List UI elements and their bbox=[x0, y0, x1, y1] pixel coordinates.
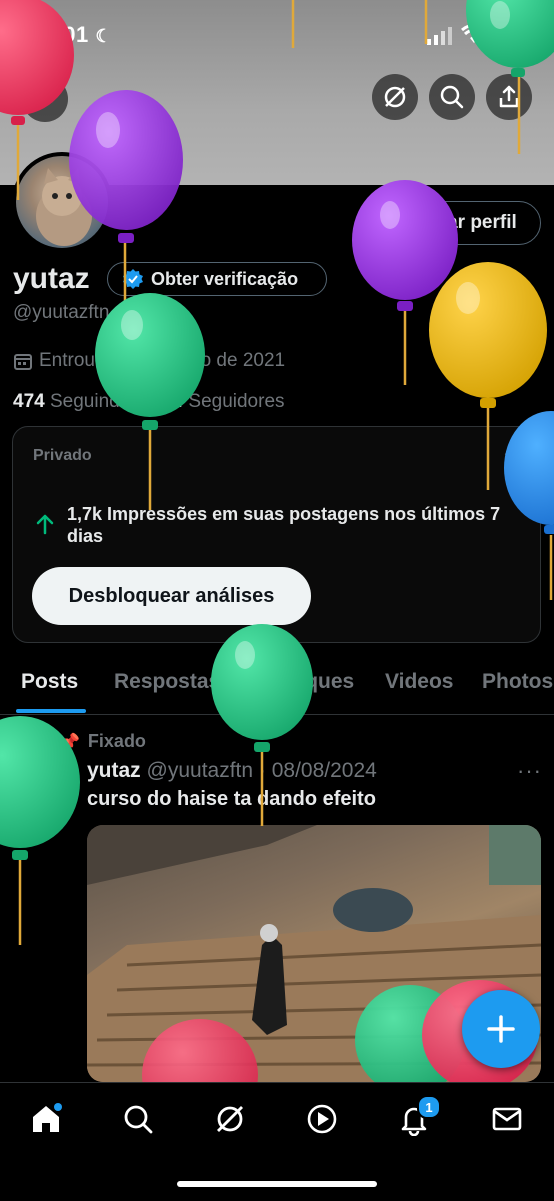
pin-icon: 📌 bbox=[60, 733, 80, 751]
explore-button[interactable] bbox=[372, 74, 418, 120]
private-badge: Privado bbox=[33, 447, 92, 464]
tab-replies[interactable]: Respostas bbox=[114, 670, 220, 694]
play-icon bbox=[307, 1104, 337, 1134]
post-text: curso do haise ta dando efeito bbox=[87, 788, 376, 810]
joined-label: Entrou em setembro de 2021 bbox=[39, 350, 286, 371]
search-icon bbox=[440, 85, 464, 109]
display-name: yutaz bbox=[13, 262, 90, 295]
tab-highlights[interactable]: Destaques bbox=[248, 670, 354, 694]
joined-date: Entrou em setembro de 2021 bbox=[13, 350, 285, 372]
nav-videos[interactable] bbox=[302, 1099, 342, 1139]
mail-icon bbox=[492, 1107, 522, 1131]
close-icon[interactable]: ✕ bbox=[502, 447, 520, 473]
post-avatar[interactable] bbox=[14, 760, 76, 822]
calendar-icon bbox=[14, 354, 32, 370]
following-link[interactable]: 474 Seguindo bbox=[13, 391, 130, 412]
profile-tabs: Posts Respostas Destaques Videos Photos bbox=[0, 660, 554, 715]
post-author-name[interactable]: yutaz bbox=[87, 759, 141, 782]
tab-posts[interactable]: Posts bbox=[21, 670, 78, 694]
battery-icon bbox=[493, 25, 527, 50]
search-button[interactable] bbox=[429, 74, 475, 120]
pinned-label: 📌 Fixado bbox=[60, 731, 146, 751]
nav-home[interactable] bbox=[26, 1099, 66, 1139]
status-time: 00:01 ☾ bbox=[30, 22, 113, 47]
nav-notifications[interactable]: 1 bbox=[394, 1095, 441, 1139]
wifi-icon bbox=[461, 23, 487, 50]
unlock-analytics-button[interactable]: Desbloquear análises bbox=[32, 567, 311, 625]
share-button[interactable] bbox=[486, 74, 532, 120]
analytics-card: Privado ✕ 1,7k Impressões em suas postag… bbox=[12, 426, 541, 643]
profile-avatar[interactable] bbox=[12, 152, 112, 252]
post-meta: @yuutazftn · 08/08/2024 bbox=[146, 759, 377, 782]
active-tab-indicator bbox=[16, 709, 86, 713]
post-header: yutaz @yuutazftn · 08/08/2024 bbox=[87, 759, 377, 783]
tab-photos[interactable]: Photos bbox=[482, 670, 553, 694]
arrow-up-icon bbox=[36, 514, 54, 535]
nav-search[interactable] bbox=[118, 1099, 158, 1139]
plus-icon bbox=[487, 1015, 515, 1043]
get-verified-button[interactable]: Obter verificação bbox=[107, 262, 327, 296]
home-icon bbox=[33, 1103, 62, 1132]
verify-label: Obter verificação bbox=[151, 268, 299, 289]
compose-button[interactable] bbox=[462, 990, 540, 1068]
notification-badge: 1 bbox=[417, 1095, 441, 1119]
signal-icon bbox=[427, 27, 453, 50]
impressions-text: 1,7k Impressões em suas postagens nos úl… bbox=[67, 504, 501, 546]
nav-messages[interactable] bbox=[487, 1099, 527, 1139]
edit-profile-button[interactable]: Editar perfil bbox=[387, 201, 541, 245]
nav-grok[interactable] bbox=[210, 1099, 250, 1139]
back-button[interactable]: ← bbox=[22, 76, 68, 122]
grok-icon bbox=[217, 1106, 243, 1132]
followers-link[interactable]: 184 Seguidores bbox=[151, 391, 284, 412]
search-icon bbox=[124, 1105, 153, 1134]
verified-icon bbox=[123, 269, 143, 289]
profile-handle: @yuutazftn bbox=[13, 302, 110, 323]
back-icon: ← bbox=[33, 85, 57, 112]
share-icon bbox=[499, 85, 519, 108]
home-indicator bbox=[177, 1181, 377, 1187]
tab-videos[interactable]: Videos bbox=[385, 670, 453, 694]
moon-icon: ☾ bbox=[95, 26, 113, 46]
explore-off-icon bbox=[384, 86, 406, 108]
post-more-button[interactable]: ··· bbox=[517, 758, 542, 784]
follow-stats: 474 Seguindo 184 Seguidores bbox=[13, 391, 285, 413]
